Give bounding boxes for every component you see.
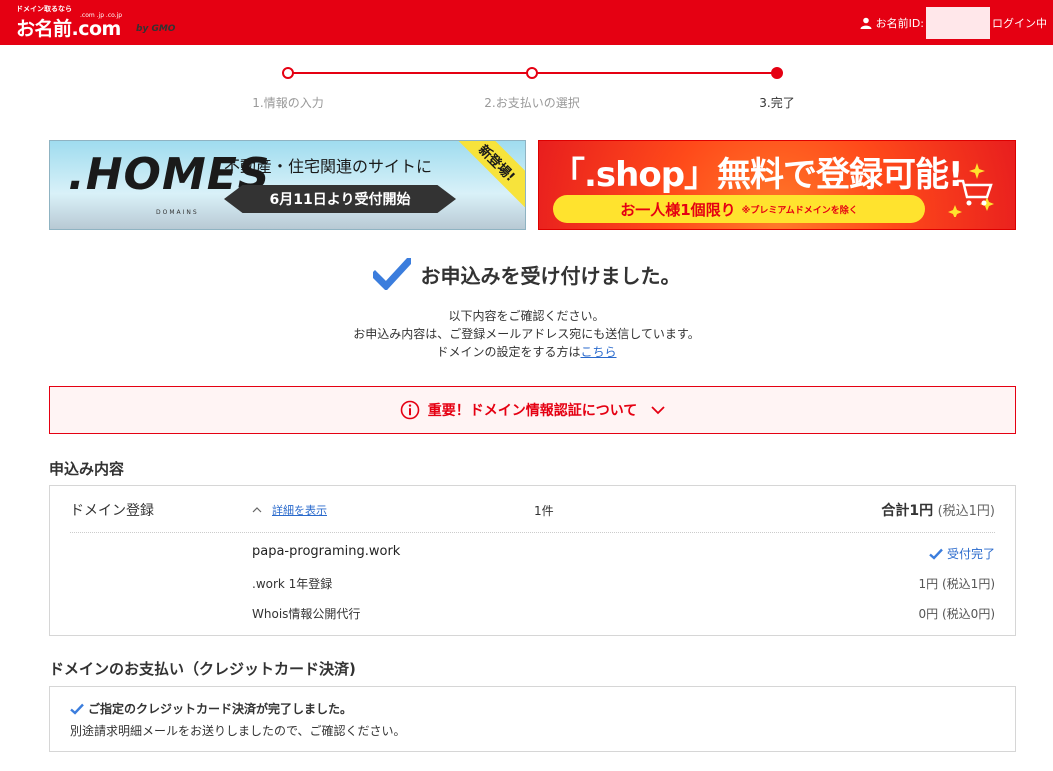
- homes-banner[interactable]: .HOMES DOMAINS 不動産・住宅関連のサイトに 6月11日より受付開始…: [49, 140, 526, 230]
- notice-line-3-prefix: ドメインの設定をする方は: [436, 345, 581, 359]
- check-icon: [929, 548, 943, 560]
- top-header: ドメイン取るなら .com .jp .co.jp お名前.com by GMO …: [0, 0, 1053, 45]
- shop-banner[interactable]: 「.shop」無料で登録可能! お一人様1個限り ※プレミアムドメインを除く: [538, 140, 1016, 230]
- status-text: 受付完了: [946, 547, 995, 561]
- homes-headline: 不動産・住宅関連のサイトに: [224, 157, 433, 176]
- shop-pill-note: ※プレミアムドメインを除く: [741, 205, 858, 216]
- payment-complete-line: ご指定のクレジットカード決済が完了しました。: [70, 700, 352, 717]
- user-icon: [860, 17, 872, 29]
- detail-toggle-link[interactable]: 詳細を表示: [252, 502, 327, 518]
- notice-line-3: ドメインの設定をする方はこちら: [0, 343, 1053, 361]
- order-item-price: 1円 (税込1円): [918, 577, 995, 591]
- step-dot-3: [771, 67, 783, 79]
- step-label-2: 2.お支払いの選択: [484, 96, 580, 110]
- cart-sparkle-icon: [948, 163, 994, 217]
- order-total-tax: (税込1円): [937, 504, 995, 519]
- completion-notice: 以下内容をご確認ください。 お申込み内容は、ご登録メールアドレス宛にも送信してい…: [0, 307, 1053, 361]
- user-login-status: お名前ID: ログイン中: [860, 0, 1047, 45]
- notice-line-2: お申込み内容は、ご登録メールアドレス宛にも送信しています。: [353, 327, 700, 341]
- payment-result-box: ご指定のクレジットカード決済が完了しました。 別途請求明細メールをお送りしました…: [49, 686, 1016, 752]
- detail-toggle-label: 詳細を表示: [272, 504, 327, 517]
- chevron-down-icon: [651, 406, 665, 415]
- check-icon: [372, 258, 411, 290]
- homes-logo-sub: DOMAINS: [156, 209, 199, 216]
- order-summary-box: ドメイン登録 詳細を表示 1件 合計1円 (税込1円) papa-program…: [49, 485, 1016, 636]
- status-badge: 受付完了: [929, 545, 995, 562]
- info-icon: [400, 400, 420, 420]
- step-dot-2: [526, 67, 538, 79]
- shop-pill-main: お一人様1個限り: [620, 200, 736, 219]
- step-label-1: 1.情報の入力: [252, 96, 324, 110]
- order-count: 1件: [534, 504, 554, 518]
- alert-text: 重要！ドメイン情報認証について: [427, 403, 638, 419]
- domain-settings-link[interactable]: こちら: [581, 345, 617, 359]
- step-label-3: 3.完了: [759, 96, 795, 110]
- shop-pill: お一人様1個限り ※プレミアムドメインを除く: [553, 195, 925, 223]
- completion-heading: お申込みを受け付けました。: [0, 256, 1053, 292]
- payment-complete-text: ご指定のクレジットカード決済が完了しました。: [88, 702, 353, 716]
- payment-email-notice: 別途請求明細メールをお送りしましたので、ご確認ください。: [70, 724, 406, 738]
- completion-title: お申込みを受け付けました。: [420, 263, 681, 288]
- masked-user-id: [926, 6, 990, 39]
- order-item-name: .work 1年登録: [252, 577, 333, 591]
- progress-steps: 1.情報の入力 2.お支払いの選択 3.完了: [0, 62, 1053, 112]
- order-item-price: 0円 (税込0円): [918, 607, 995, 621]
- order-total: 合計1円 (税込1円): [881, 500, 995, 520]
- payment-section-title: ドメインのお支払い（クレジットカード決済): [49, 660, 356, 678]
- order-item-name: Whois情報公開代行: [252, 607, 361, 621]
- domain-verification-alert[interactable]: 重要！ドメイン情報認証について: [49, 386, 1016, 434]
- onamae-logo[interactable]: ドメイン取るなら .com .jp .co.jp お名前.com by GMO: [16, 4, 176, 42]
- order-type-label: ドメイン登録: [70, 503, 154, 519]
- ordered-domain-name: papa-programing.work: [252, 544, 401, 559]
- order-section-title: 申込み内容: [49, 460, 125, 478]
- user-id-label: お名前ID:: [875, 16, 924, 30]
- order-divider: [70, 532, 995, 533]
- shop-title: 「.shop」無料で登録可能!: [551, 155, 964, 195]
- notice-line-1: 以下内容をご確認ください。: [448, 309, 605, 323]
- homes-new-ribbon: 新登場!: [449, 141, 525, 211]
- homes-date-pill: 6月11日より受付開始: [224, 185, 456, 213]
- step-dot-1: [282, 67, 294, 79]
- logo-text: お名前.com: [16, 18, 121, 40]
- check-icon: [70, 703, 84, 715]
- logo-tagline: ドメイン取るなら: [16, 5, 72, 13]
- order-total-label: 合計1円: [881, 503, 934, 519]
- chevron-up-icon: [252, 507, 262, 513]
- logo-gmo: by GMO: [136, 24, 176, 34]
- login-status-text: ログイン中: [992, 16, 1047, 30]
